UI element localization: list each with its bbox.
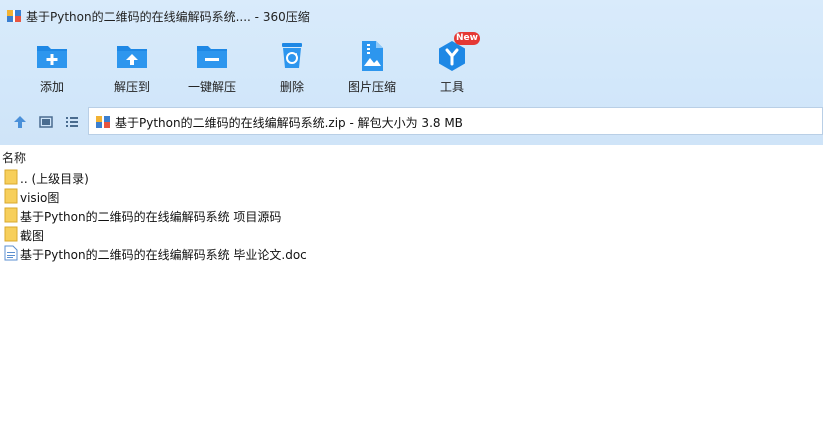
folder-icon bbox=[4, 207, 18, 223]
tools-button[interactable]: 工具 bbox=[420, 38, 484, 96]
list-item[interactable]: .. (上级目录) bbox=[0, 168, 600, 186]
title-bar: 基于Python的二维码的在线编解码系统.... - 360压缩 bbox=[0, 0, 823, 32]
image-compress-button[interactable]: 图片压缩 bbox=[340, 38, 404, 96]
folder-icon bbox=[4, 188, 18, 204]
archive-app-icon bbox=[7, 10, 21, 22]
top-toolbar-area: 基于Python的二维码的在线编解码系统.... - 360压缩 添加 解压到 … bbox=[0, 0, 823, 145]
up-arrow-icon[interactable] bbox=[12, 114, 28, 130]
file-name: 基于Python的二维码的在线编解码系统 项目源码 bbox=[20, 210, 282, 224]
one-click-extract-button[interactable]: 一键解压 bbox=[180, 38, 244, 96]
add-button-label: 添加 bbox=[39, 80, 64, 94]
thumbnail-view-icon[interactable] bbox=[38, 114, 54, 130]
zip-file-icon bbox=[96, 116, 110, 128]
file-name: 基于Python的二维码的在线编解码系统 毕业论文.doc bbox=[20, 248, 307, 262]
file-name: .. (上级目录) bbox=[20, 172, 89, 186]
extract-to-button[interactable]: 解压到 bbox=[100, 38, 164, 96]
window-title: 基于Python的二维码的在线编解码系统.... - 360压缩 bbox=[26, 10, 310, 24]
folder-icon bbox=[4, 226, 18, 242]
extract-to-button-label: 解压到 bbox=[113, 80, 150, 94]
list-item[interactable]: visio图 bbox=[0, 187, 600, 205]
list-item[interactable]: 截图 bbox=[0, 225, 600, 243]
column-header-name[interactable]: 名称 bbox=[2, 149, 26, 166]
list-item[interactable]: 基于Python的二维码的在线编解码系统 毕业论文.doc bbox=[0, 244, 600, 262]
file-name: visio图 bbox=[20, 191, 60, 205]
file-name: 截图 bbox=[20, 229, 45, 243]
doc-file-icon bbox=[4, 245, 18, 261]
add-button[interactable]: 添加 bbox=[20, 38, 84, 96]
folder-add-icon bbox=[37, 46, 67, 68]
folder-icon bbox=[4, 169, 18, 185]
delete-button-label: 删除 bbox=[279, 80, 304, 94]
folder-extract-icon bbox=[117, 46, 147, 68]
image-compress-icon bbox=[362, 41, 383, 71]
list-item[interactable]: 基于Python的二维码的在线编解码系统 项目源码 bbox=[0, 206, 600, 224]
path-bar[interactable]: 基于Python的二维码的在线编解码系统.zip - 解包大小为 3.8 MB bbox=[88, 107, 823, 135]
image-compress-button-label: 图片压缩 bbox=[347, 80, 396, 94]
tools-button-label: 工具 bbox=[439, 80, 464, 94]
new-badge: New bbox=[454, 32, 480, 45]
delete-button[interactable]: 删除 bbox=[260, 38, 324, 96]
trash-icon bbox=[282, 43, 302, 68]
list-view-icon[interactable] bbox=[64, 114, 80, 130]
one-click-extract-button-label: 一键解压 bbox=[187, 80, 236, 94]
path-text: 基于Python的二维码的在线编解码系统.zip - 解包大小为 3.8 MB bbox=[115, 116, 463, 130]
folder-one-click-extract-icon bbox=[197, 46, 227, 68]
